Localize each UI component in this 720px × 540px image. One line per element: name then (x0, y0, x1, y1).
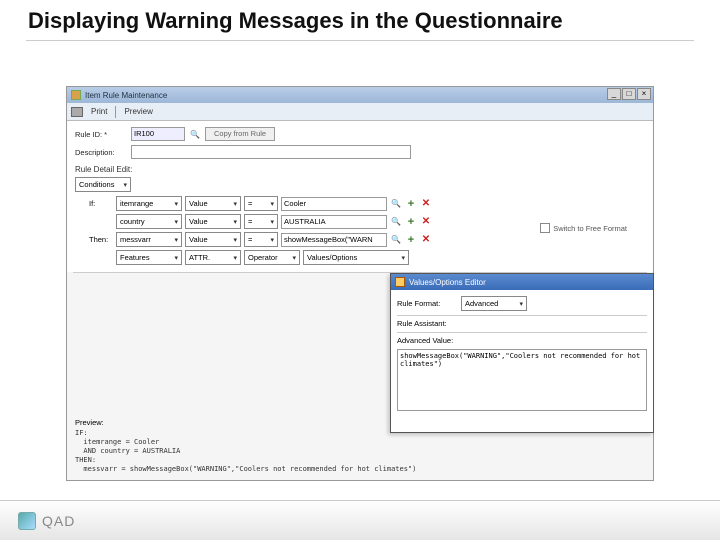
values-options-editor: Values/Options Editor Rule Format: Advan… (390, 273, 654, 433)
preview-label: Preview: (75, 418, 375, 427)
op-select[interactable]: = (244, 232, 278, 247)
preview-pane: Preview: IF: itemrange = Cooler AND coun… (75, 418, 375, 474)
type-select-label: Value (189, 235, 208, 244)
row-label: Then: (89, 235, 113, 244)
description-label: Description: (75, 148, 127, 157)
conditions-dropdown-label: Conditions (79, 180, 114, 189)
popup-titlebar: Values/Options Editor (391, 274, 653, 290)
field-select[interactable]: country (116, 214, 182, 229)
lookup-icon[interactable]: 🔍 (390, 198, 402, 210)
preview-body: IF: itemrange = Cooler AND country = AUS… (75, 429, 375, 474)
print-button[interactable]: Print (91, 107, 107, 116)
minimize-button[interactable]: _ (607, 88, 621, 100)
description-input[interactable] (131, 145, 411, 159)
field-select-label: country (120, 217, 145, 226)
rule-format-value: Advanced (465, 299, 498, 308)
close-button[interactable]: × (637, 88, 651, 100)
ruleid-label: Rule ID: * (75, 130, 127, 139)
app-window: Item Rule Maintenance _ □ × Print Previe… (66, 86, 654, 481)
window-title: Item Rule Maintenance (85, 91, 167, 100)
divider (397, 332, 647, 333)
delete-icon[interactable]: ✕ (420, 216, 432, 227)
printer-icon[interactable] (71, 107, 83, 117)
slide-title: Displaying Warning Messages in the Quest… (0, 0, 720, 40)
condition-row: If: itemrange Value = Cooler 🔍 + ✕ (89, 196, 645, 211)
field-select[interactable]: Features (116, 250, 182, 265)
lookup-icon[interactable]: 🔍 (390, 234, 402, 246)
brand-text: QAD (42, 513, 75, 529)
slide-footer: QAD (0, 500, 720, 540)
value-input[interactable]: showMessageBox("WARN (281, 233, 387, 247)
value-select[interactable]: Values/Options (303, 250, 409, 265)
delete-icon[interactable]: ✕ (420, 234, 432, 245)
preview-button[interactable]: Preview (124, 107, 152, 116)
ruleid-input[interactable]: IR100 (131, 127, 185, 141)
divider (26, 40, 694, 41)
value-input[interactable]: AUSTRALIA (281, 215, 387, 229)
conditions-dropdown[interactable]: Conditions (75, 177, 131, 192)
field-select-label: Features (120, 253, 150, 262)
free-format-toggle[interactable]: Switch to Free Format (540, 223, 627, 233)
rule-format-label: Rule Format: (397, 299, 457, 308)
op-select[interactable]: Operator (244, 250, 300, 265)
free-format-label: Switch to Free Format (553, 224, 627, 233)
op-select-label: Operator (248, 253, 278, 262)
type-select-label: Value (189, 217, 208, 226)
advanced-value-label: Advanced Value: (397, 336, 453, 345)
field-select[interactable]: messvarr (116, 232, 182, 247)
form-area: Rule ID: * IR100 🔍 Copy from Rule Descri… (67, 121, 653, 272)
value-select-label: Values/Options (307, 253, 357, 262)
row-label: If: (89, 199, 113, 208)
type-select[interactable]: ATTR. (185, 250, 241, 265)
op-select-label: = (248, 235, 252, 244)
lookup-icon[interactable]: 🔍 (189, 128, 201, 140)
field-select-label: itemrange (120, 199, 153, 208)
divider (397, 315, 647, 316)
rule-format-select[interactable]: Advanced (461, 296, 527, 311)
copy-from-rule-button[interactable]: Copy from Rule (205, 127, 275, 141)
type-select-label: ATTR. (189, 253, 210, 262)
separator (115, 106, 116, 118)
type-select-label: Value (189, 199, 208, 208)
titlebar: Item Rule Maintenance _ □ × (67, 87, 653, 103)
toolbar: Print Preview (67, 103, 653, 121)
op-select-label: = (248, 199, 252, 208)
app-icon (71, 90, 81, 100)
condition-row: Then: messvarr Value = showMessageBox("W… (89, 232, 645, 247)
checkbox-icon[interactable] (540, 223, 550, 233)
field-select[interactable]: itemrange (116, 196, 182, 211)
type-select[interactable]: Value (185, 232, 241, 247)
add-icon[interactable]: + (405, 216, 417, 228)
op-select[interactable]: = (244, 214, 278, 229)
section-label: Rule Detail Edit: (75, 165, 645, 174)
add-icon[interactable]: + (405, 234, 417, 246)
qad-logo-icon (18, 512, 36, 530)
lookup-icon[interactable]: 🔍 (390, 216, 402, 228)
condition-row: Features ATTR. Operator Values/Options (89, 250, 645, 265)
field-select-label: messvarr (120, 235, 151, 244)
popup-title: Values/Options Editor (409, 278, 486, 287)
type-select[interactable]: Value (185, 196, 241, 211)
op-select[interactable]: = (244, 196, 278, 211)
type-select[interactable]: Value (185, 214, 241, 229)
value-input[interactable]: Cooler (281, 197, 387, 211)
op-select-label: = (248, 217, 252, 226)
advanced-value-textarea[interactable]: showMessageBox("WARNING","Coolers not re… (397, 349, 647, 411)
maximize-button[interactable]: □ (622, 88, 636, 100)
delete-icon[interactable]: ✕ (420, 198, 432, 209)
add-icon[interactable]: + (405, 198, 417, 210)
rule-assistant-label: Rule Assistant: (397, 319, 447, 328)
popup-icon (395, 277, 405, 287)
